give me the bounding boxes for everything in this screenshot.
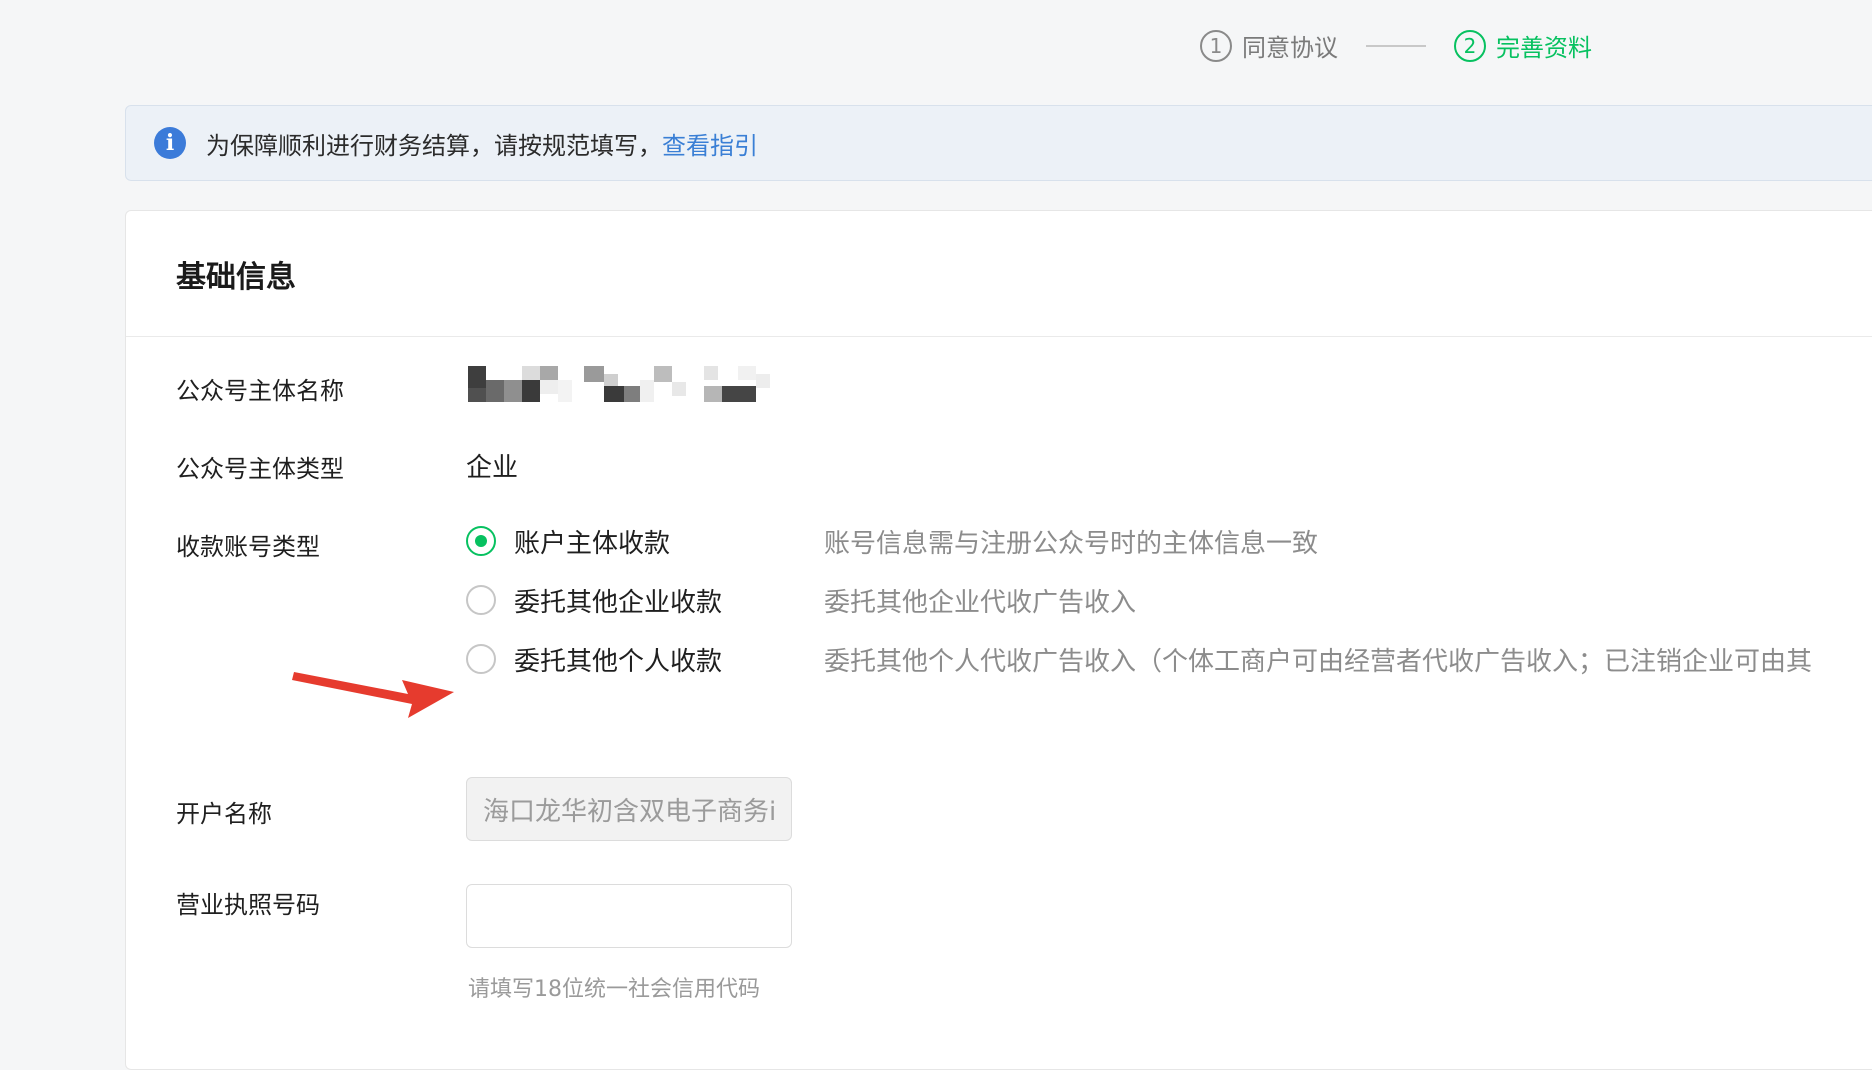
account-entity-type-label: 公众号主体类型 — [176, 455, 344, 483]
step-number-2: 2 — [1454, 29, 1486, 62]
radio-label-other-company-collection[interactable]: 委托其他企业收款 — [514, 582, 824, 619]
account-entity-name-label: 公众号主体名称 — [176, 377, 344, 405]
radio-entity-collection[interactable] — [466, 526, 496, 556]
arrow-shape — [292, 672, 454, 718]
step-label-complete-info: 完善资料 — [1496, 34, 1592, 62]
step-divider — [1366, 44, 1426, 47]
radio-desc-other-individual-collection: 委托其他个人代收广告收入（个体工商户可由经营者代收广告收入；已注销企业可由其 — [824, 646, 1813, 677]
radio-desc-other-company-collection: 委托其他企业代收广告收入 — [824, 587, 1137, 618]
collection-account-type-label: 收款账号类型 — [176, 533, 320, 561]
business-license-input[interactable] — [466, 884, 792, 948]
account-holder-name-label: 开户名称 — [176, 800, 272, 828]
business-license-hint: 请填写18位统一社会信用代码 — [468, 977, 760, 1002]
view-guide-link[interactable]: 查看指引 — [662, 126, 758, 161]
radio-option-other-individual[interactable]: 委托其他个人收款 委托其他个人代收广告收入（个体工商户可由经营者代收广告收入；已… — [466, 639, 1812, 679]
radio-desc-entity-collection: 账号信息需与注册公众号时的主体信息一致 — [824, 528, 1319, 559]
card-header: 基础信息 — [126, 211, 1872, 337]
account-entity-type-value: 企业 — [466, 453, 519, 483]
step-complete-info: 2 完善资料 — [1454, 28, 1592, 63]
card-title: 基础信息 — [176, 259, 296, 295]
notice-text: 为保障顺利进行财务结算，请按规范填写， — [206, 131, 662, 160]
blurred-entity-name — [468, 366, 840, 410]
business-license-label: 营业执照号码 — [176, 891, 320, 919]
step-agree: 1 同意协议 — [1200, 28, 1338, 63]
account-holder-name-input[interactable] — [466, 777, 792, 841]
radio-label-entity-collection[interactable]: 账户主体收款 — [514, 523, 824, 560]
progress-steps: 1 同意协议 2 完善资料 — [1200, 28, 1592, 63]
radio-other-company-collection[interactable] — [466, 585, 496, 615]
red-arrow-annotation — [292, 672, 454, 718]
basic-info-card: 基础信息 公众号主体名称 公众号主体类型 企业 收款账号类型 账户主体收款 账号… — [125, 210, 1872, 1070]
radio-other-individual-collection[interactable] — [466, 644, 496, 674]
info-icon: i — [154, 127, 186, 159]
notice-banner: i 为保障顺利进行财务结算，请按规范填写， 查看指引 — [125, 105, 1872, 181]
radio-option-entity[interactable]: 账户主体收款 账号信息需与注册公众号时的主体信息一致 — [466, 521, 1318, 561]
radio-label-other-individual-collection[interactable]: 委托其他个人收款 — [514, 641, 824, 678]
step-number-1: 1 — [1200, 29, 1232, 62]
radio-option-other-company[interactable]: 委托其他企业收款 委托其他企业代收广告收入 — [466, 580, 1136, 620]
step-label-agree: 同意协议 — [1242, 34, 1338, 62]
